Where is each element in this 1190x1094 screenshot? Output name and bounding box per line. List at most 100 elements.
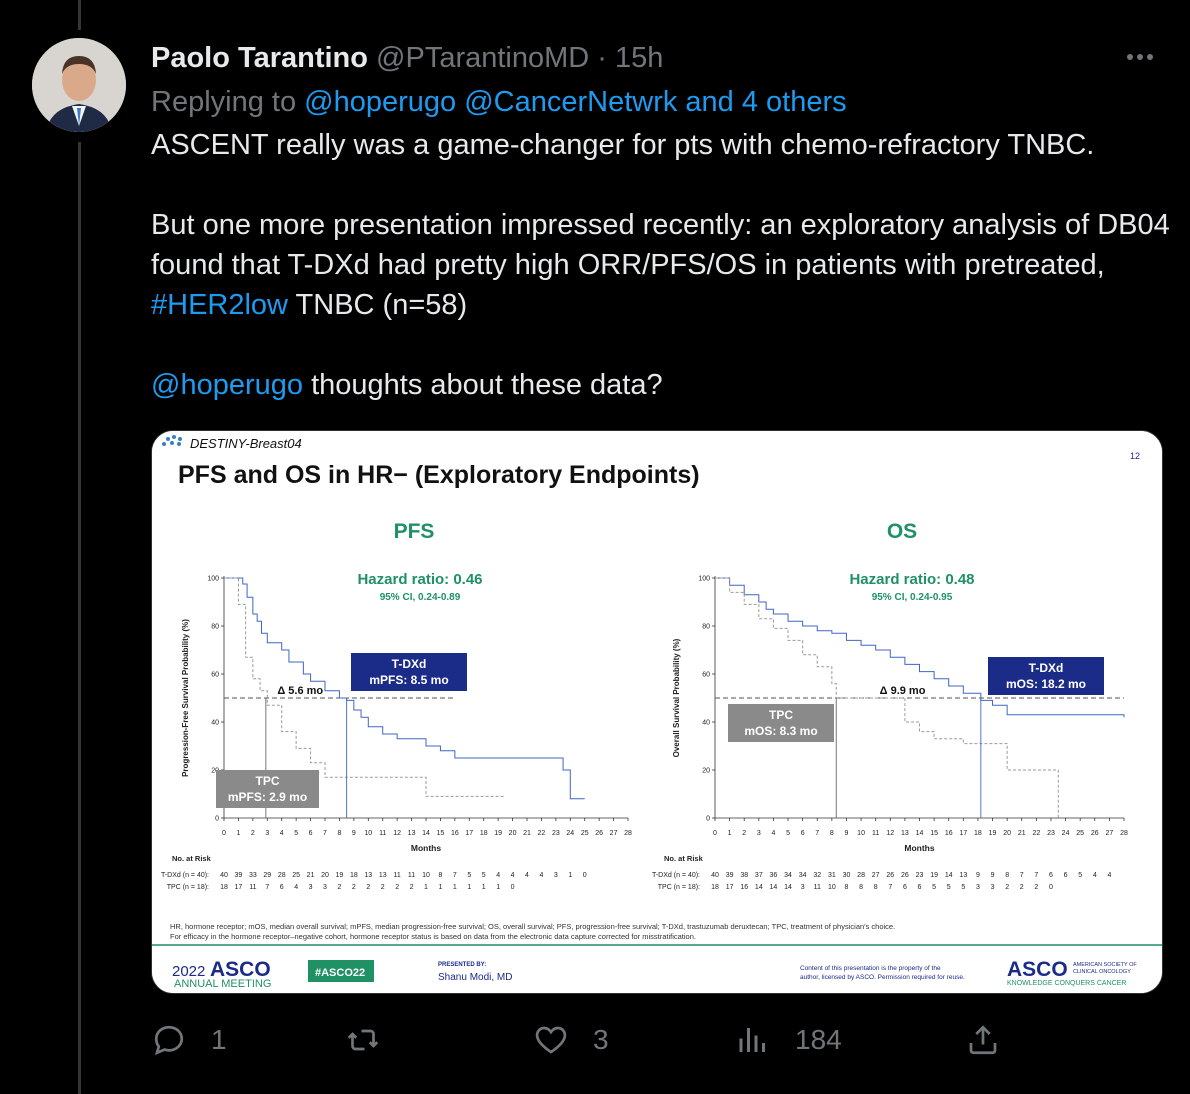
risk-value: 39: [235, 872, 243, 879]
risk-value: 21: [307, 872, 315, 879]
risk-value: 0: [511, 884, 515, 891]
risk-value: 5: [467, 872, 471, 879]
risk-value: 14: [784, 884, 792, 891]
risk-value: 17: [726, 884, 734, 891]
risk-value: 11: [394, 872, 401, 879]
x-tick-label: 22: [538, 830, 546, 837]
paragraph-2-text: But one more presentation impressed rece…: [151, 209, 1170, 281]
tpc-box-median: mOS: 8.3 mo: [744, 724, 817, 738]
risk-value: 1: [467, 884, 471, 891]
risk-value: 14: [945, 872, 953, 879]
retweet-button[interactable]: [345, 1018, 405, 1062]
risk-row-label: TPC (n = 18):: [167, 884, 209, 891]
risk-table-header: No. at Risk: [664, 854, 704, 863]
x-tick-label: 13: [901, 830, 909, 837]
risk-value: 19: [336, 872, 344, 879]
risk-value: 29: [263, 872, 271, 879]
risk-value: 5: [932, 884, 936, 891]
risk-value: 39: [726, 872, 734, 879]
x-tick-label: 19: [494, 830, 502, 837]
x-tick-label: 1: [236, 830, 240, 837]
risk-value: 34: [784, 872, 792, 879]
risk-value: 18: [711, 884, 719, 891]
tweet-actions: 1 3 184: [151, 1018, 1161, 1062]
risk-value: 4: [294, 884, 298, 891]
presenter-name: Shanu Modi, MD: [438, 972, 512, 983]
author-handle[interactable]: @PTarantinoMD: [376, 42, 589, 74]
tweet-header: Paolo Tarantino @PTarantinoMD · 15h: [151, 38, 1151, 78]
like-count: 3: [593, 1024, 609, 1055]
views-button[interactable]: 184: [735, 1018, 842, 1062]
avatar[interactable]: [32, 38, 126, 132]
x-tick-label: 25: [581, 830, 589, 837]
risk-row-label: TPC (n = 18):: [658, 884, 700, 891]
separator-dot: ·: [597, 42, 607, 74]
risk-value: 8: [1005, 872, 1009, 879]
x-tick-label: 15: [437, 830, 445, 837]
risk-row-label: T-DXd (n = 40):: [652, 872, 700, 879]
risk-value: 6: [918, 884, 922, 891]
tweet-paragraph-3: @hoperugo thoughts about these data?: [151, 365, 1171, 405]
slide-title: PFS and OS in HR− (Exploratory Endpoints…: [178, 461, 700, 489]
risk-value: 3: [323, 884, 327, 891]
y-tick-label: 0: [215, 816, 219, 823]
risk-value: 4: [511, 872, 515, 879]
tpc-box-median: mPFS: 2.9 mo: [228, 790, 307, 804]
x-tick-label: 14: [422, 830, 430, 837]
hazard-ratio: Hazard ratio: 0.48: [849, 571, 974, 588]
x-tick-label: 7: [815, 830, 819, 837]
author-name[interactable]: Paolo Tarantino: [151, 42, 368, 74]
hazard-ratio: Hazard ratio: 0.46: [357, 571, 482, 588]
risk-value: 1: [496, 884, 500, 891]
share-icon: [969, 1025, 997, 1055]
x-tick-label: 11: [379, 830, 386, 837]
heart-icon: [535, 1026, 567, 1054]
risk-value: 2: [352, 884, 356, 891]
risk-value: 27: [872, 872, 880, 879]
slide-image: DESTINY-Breast04 12 PFS and OS in HR− (E…: [152, 431, 1162, 993]
tweet-paragraph-1: ASCENT really was a game-changer for pts…: [151, 129, 1095, 161]
more-options-icon[interactable]: [1120, 40, 1160, 74]
risk-value: 4: [1093, 872, 1097, 879]
mention-hoperugo-link[interactable]: @hoperugo: [151, 369, 303, 401]
thread-line-bottom: [78, 142, 81, 1094]
risk-value: 6: [1064, 872, 1068, 879]
risk-value: 2: [1034, 884, 1038, 891]
views-chart-icon: [739, 1028, 765, 1052]
footnote-2: For efficacy in the hormone receptor–neg…: [170, 932, 696, 941]
risk-value: 3: [991, 884, 995, 891]
like-button[interactable]: 3: [533, 1018, 609, 1062]
replying-prefix: Replying to: [151, 86, 297, 118]
hashtag-her2low-link[interactable]: #HER2low: [151, 289, 288, 321]
x-tick-label: 10: [857, 830, 865, 837]
tweet-media-image[interactable]: DESTINY-Breast04 12 PFS and OS in HR− (E…: [151, 430, 1163, 994]
risk-value: 37: [755, 872, 763, 879]
risk-value: 11: [408, 872, 415, 879]
y-tick-label: 80: [702, 624, 710, 631]
x-tick-label: 3: [265, 830, 269, 837]
risk-value: 14: [755, 884, 763, 891]
risk-value: 31: [828, 872, 836, 879]
confidence-interval: 95% CI, 0.24-0.95: [872, 592, 953, 603]
risk-value: 30: [843, 872, 851, 879]
risk-value: 1: [482, 884, 486, 891]
risk-value: 28: [278, 872, 286, 879]
risk-value: 0: [1049, 884, 1053, 891]
x-tick-label: 18: [480, 830, 488, 837]
risk-table-header: No. at Risk: [172, 854, 212, 863]
x-tick-label: 20: [509, 830, 517, 837]
x-tick-label: 27: [1105, 830, 1113, 837]
risk-value: 36: [770, 872, 778, 879]
x-tick-label: 21: [1018, 830, 1026, 837]
risk-value: 1: [453, 884, 457, 891]
x-tick-label: 5: [786, 830, 790, 837]
reply-button[interactable]: 1: [151, 1018, 227, 1062]
replying-to-users-link[interactable]: @hoperugo @CancerNetwrk and 4 others: [304, 86, 847, 118]
timestamp[interactable]: 15h: [615, 42, 663, 74]
hashtag-badge-text: #ASCO22: [315, 967, 365, 979]
y-axis-label: Progression-Free Survival Probability (%…: [181, 619, 190, 777]
x-tick-label: 24: [566, 830, 574, 837]
share-button[interactable]: [965, 1018, 1025, 1062]
risk-value: 20: [321, 872, 329, 879]
y-tick-label: 100: [207, 576, 219, 583]
